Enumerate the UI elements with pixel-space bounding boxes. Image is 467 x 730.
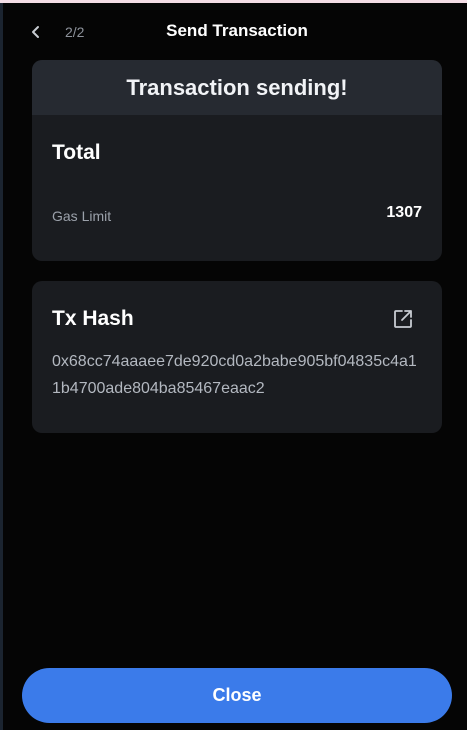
tx-hash-label: Tx Hash bbox=[52, 307, 134, 330]
gas-limit-value: 1307 bbox=[386, 204, 422, 221]
tx-hash-card: Tx Hash 0x68cc74aaaee7de920cd0a2babe905b… bbox=[32, 281, 442, 433]
external-link-icon bbox=[394, 310, 412, 328]
transaction-summary-card: Transaction sending! Total Gas Limit 130… bbox=[32, 60, 442, 261]
page-title: Send Transaction bbox=[166, 21, 308, 40]
total-label: Total bbox=[52, 141, 101, 164]
window-top-edge bbox=[0, 0, 467, 3]
header: 2/2 Send Transaction bbox=[0, 14, 467, 48]
gas-limit-label: Gas Limit bbox=[52, 208, 112, 224]
tx-hash-value: 0x68cc74aaaee7de920cd0a2babe905bf04835c4… bbox=[52, 353, 417, 397]
status-banner: Transaction sending! bbox=[32, 60, 442, 115]
open-explorer-button[interactable] bbox=[392, 308, 414, 330]
close-button[interactable]: Close bbox=[22, 668, 452, 723]
window-left-edge bbox=[0, 3, 3, 730]
send-transaction-screen: 2/2 Send Transaction Transaction sending… bbox=[0, 0, 467, 730]
